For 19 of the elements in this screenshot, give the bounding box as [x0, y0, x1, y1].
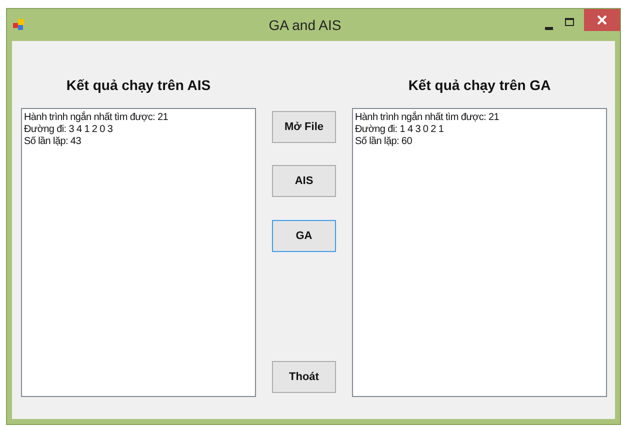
- result-line: Số lần lặp: 60: [355, 136, 413, 148]
- minimize-icon[interactable]: [545, 26, 553, 30]
- result-line: Đường đi: 3 4 1 2 0 3: [24, 124, 114, 136]
- action-button[interactable]: AIS: [272, 165, 336, 197]
- result-text-area[interactable]: Hành trình ngắn nhất tìm được: 21 Đường đi: 1 4 3 0 2 1 Số lần lặp: 60: [352, 108, 607, 397]
- action-button[interactable]: Thoát: [272, 361, 336, 393]
- panel-heading: Kết quả chạy trên GA: [407, 77, 552, 95]
- maximize-icon[interactable]: [565, 18, 574, 26]
- action-button[interactable]: GA: [272, 220, 336, 252]
- window-title: GA and AIS: [268, 17, 342, 33]
- result-line: Số lần lặp: 43: [24, 136, 82, 148]
- result-line: Hành trình ngắn nhất tìm được: 21: [355, 112, 500, 124]
- action-button[interactable]: Mở File: [272, 111, 336, 143]
- result-line: Hành trình ngắn nhất tìm được: 21: [24, 112, 169, 124]
- panel-heading: Kết quả chạy trên AIS: [65, 77, 212, 95]
- close-icon[interactable]: [584, 9, 620, 31]
- app-icon: [13, 19, 25, 31]
- result-line: Đường đi: 1 4 3 0 2 1: [355, 124, 445, 136]
- result-text-area[interactable]: Hành trình ngắn nhất tìm được: 21 Đường đi: 3 4 1 2 0 3 Số lần lặp: 43: [21, 108, 256, 397]
